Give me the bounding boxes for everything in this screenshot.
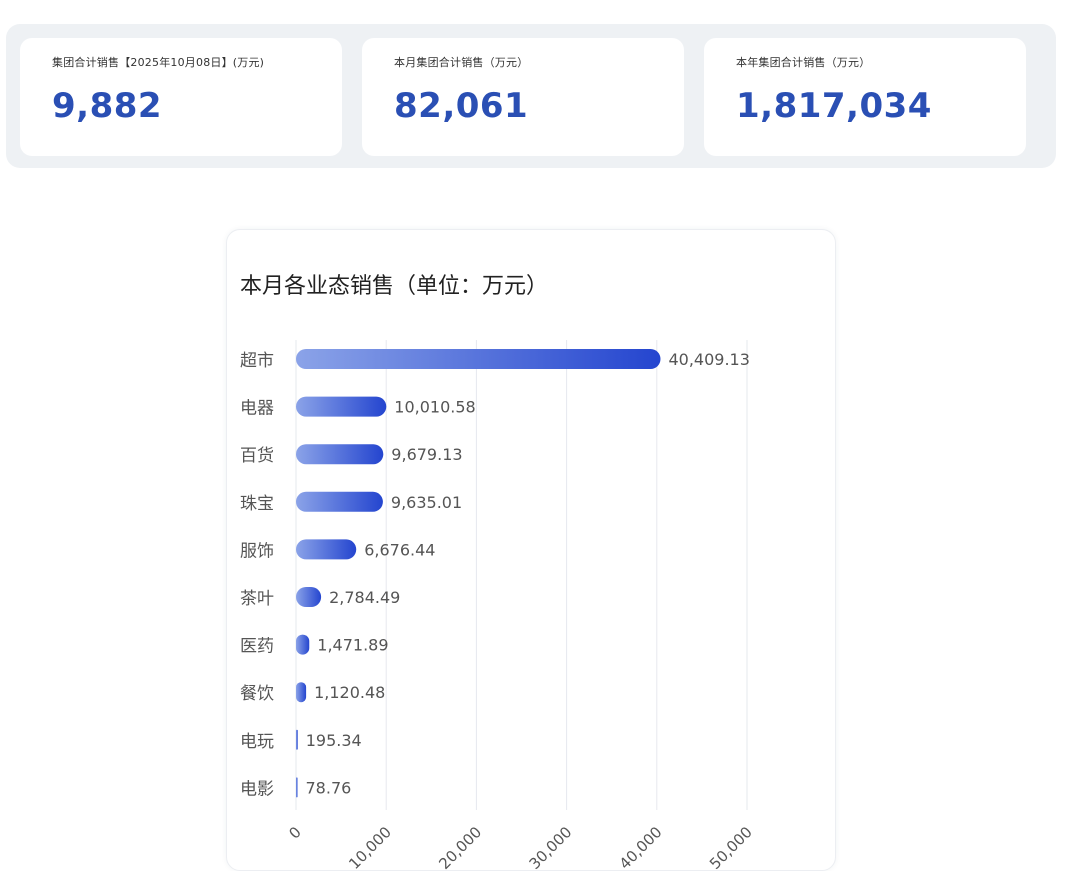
value-label: 1,471.89 — [317, 636, 388, 655]
x-tick-label: 0 — [285, 823, 304, 842]
value-label: 1,120.48 — [314, 683, 385, 702]
x-tick-label: 10,000 — [345, 823, 395, 870]
category-label: 电影 — [240, 779, 274, 799]
value-label: 9,679.13 — [391, 445, 462, 464]
category-label: 医药 — [240, 637, 274, 657]
bar-4 — [296, 539, 357, 560]
value-label: 10,010.58 — [394, 398, 475, 417]
value-label: 9,635.01 — [391, 493, 462, 512]
kpi-card-monthly-sales: 本月集团合计销售（万元） 82,061 — [362, 38, 684, 156]
bar-1 — [296, 396, 387, 417]
bar-8 — [296, 729, 298, 750]
kpi-value-yearly: 1,817,034 — [736, 86, 932, 126]
kpi-card-yearly-sales: 本年集团合计销售（万元） 1,817,034 — [704, 38, 1026, 156]
kpi-strip: 集团合计销售【2025年10月08日】(万元) 9,882 本月集团合计销售（万… — [6, 24, 1056, 168]
x-tick-label: 20,000 — [435, 823, 485, 870]
bar-5 — [296, 587, 322, 607]
category-label: 服饰 — [240, 541, 274, 561]
category-label: 百货 — [240, 446, 274, 466]
x-tick-label: 30,000 — [526, 823, 576, 870]
kpi-label-yearly: 本年集团合计销售（万元） — [736, 56, 871, 69]
x-tick-label: 50,000 — [706, 823, 756, 870]
value-label: 40,409.13 — [668, 350, 749, 369]
bar-9 — [296, 777, 298, 798]
category-label: 电器 — [240, 399, 274, 419]
value-label: 78.76 — [306, 778, 352, 797]
category-label: 超市 — [240, 351, 274, 371]
kpi-label-monthly: 本月集团合计销售（万元） — [394, 56, 529, 69]
bar-3 — [296, 491, 383, 512]
category-label: 电玩 — [240, 732, 274, 752]
x-tick-label: 40,000 — [616, 823, 666, 870]
bar-7 — [296, 682, 307, 703]
kpi-card-daily-sales: 集团合计销售【2025年10月08日】(万元) 9,882 — [20, 38, 342, 156]
kpi-value-daily: 9,882 — [52, 86, 163, 126]
value-label: 195.34 — [306, 731, 362, 750]
category-label: 珠宝 — [240, 494, 274, 514]
category-label: 餐饮 — [240, 684, 274, 704]
kpi-label-daily: 集团合计销售【2025年10月08日】(万元) — [52, 56, 265, 69]
kpi-value-monthly: 82,061 — [394, 86, 529, 126]
value-label: 6,676.44 — [364, 540, 435, 559]
bar-6 — [296, 634, 310, 655]
value-label: 2,784.49 — [329, 588, 400, 607]
category-label: 茶叶 — [240, 589, 274, 609]
bar-2 — [296, 444, 384, 465]
chart-panel: 本月各业态销售（单位：万元） 超市 40,409.13 电器 10,010.58 百货 9… — [226, 229, 836, 871]
bar-chart: 超市 40,409.13 电器 10,010.58 百货 9,679.13 珠宝 9,635.… — [240, 340, 756, 870]
bar-0 — [296, 349, 661, 369]
